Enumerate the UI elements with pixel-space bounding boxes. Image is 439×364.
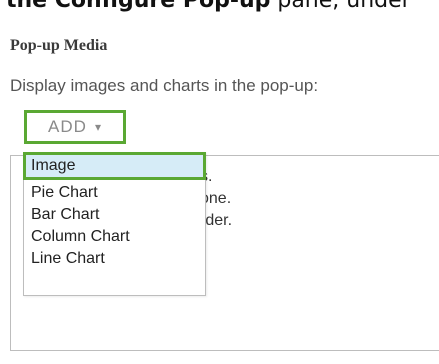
section-title: Pop-up Media xyxy=(10,37,108,54)
banner-post: pane, under xyxy=(270,0,410,12)
add-media-button[interactable]: ADD ▾ xyxy=(24,110,126,144)
menu-item-column-chart[interactable]: Column Chart xyxy=(24,226,205,248)
media-description: Display images and charts in the pop-up: xyxy=(10,76,319,95)
menu-item-bar-chart[interactable]: Bar Chart xyxy=(24,204,205,226)
instruction-banner: the Configure Pop-up pane, under xyxy=(6,0,436,12)
banner-bold: the Configure Pop-up xyxy=(6,0,270,12)
add-button-label: ADD xyxy=(48,117,87,136)
chevron-down-icon: ▾ xyxy=(94,120,102,134)
menu-item-image[interactable]: Image xyxy=(23,152,206,180)
menu-item-pie-chart[interactable]: Pie Chart xyxy=(24,182,205,204)
menu-item-line-chart[interactable]: Line Chart xyxy=(24,248,205,270)
add-media-dropdown: Image Pie Chart Bar Chart Column Chart L… xyxy=(23,152,206,296)
